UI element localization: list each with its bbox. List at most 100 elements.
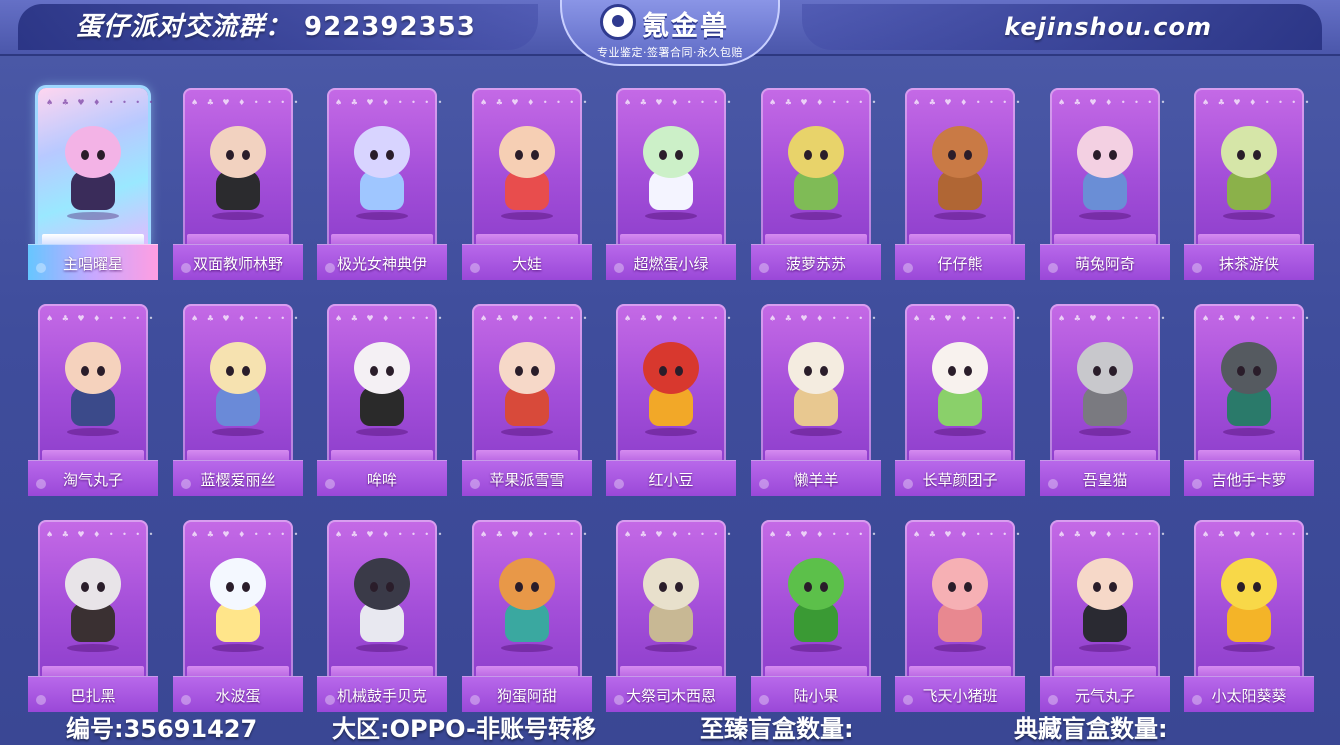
figure-eye	[242, 366, 250, 376]
skin-card[interactable]: ♠ ♣ ♥ ♦ • • • • 苹果派雪雪	[462, 300, 592, 496]
figure-head	[499, 558, 555, 610]
skin-name: 狗蛋阿甜	[496, 687, 557, 705]
figure-head	[1077, 558, 1133, 610]
figure-shadow	[934, 428, 986, 436]
skin-card[interactable]: ♠ ♣ ♥ ♦ • • • • 菠萝苏苏	[751, 84, 881, 280]
skin-name: 抹茶游侠	[1218, 255, 1279, 273]
card-suit-pattern: ♠ ♣ ♥ ♦ • • • •	[1058, 314, 1169, 323]
figure-eye	[675, 366, 683, 376]
skin-figure-icon	[1213, 342, 1285, 438]
figure-head	[354, 342, 410, 394]
figure-eye	[531, 150, 539, 160]
skin-card[interactable]: ♠ ♣ ♥ ♦ • • • • 双面教师林野	[173, 84, 303, 280]
figure-eye	[1237, 366, 1245, 376]
skin-card[interactable]: ♠ ♣ ♥ ♦ • • • • 长草颜团子	[895, 300, 1025, 496]
skin-name: 水波蛋	[215, 687, 261, 705]
figure-eye	[386, 150, 394, 160]
skin-card[interactable]: ♠ ♣ ♥ ♦ • • • • 小太阳葵葵	[1184, 516, 1314, 712]
figure-eye	[1253, 366, 1261, 376]
skin-card[interactable]: ♠ ♣ ♥ ♦ • • • • 巴扎黑	[28, 516, 158, 712]
figure-eye	[948, 150, 956, 160]
skin-card[interactable]: ♠ ♣ ♥ ♦ • • • • 飞天小猪班	[895, 516, 1025, 712]
skin-card[interactable]: ♠ ♣ ♥ ♦ • • • • 超燃蛋小绿	[606, 84, 736, 280]
skin-card[interactable]: ♠ ♣ ♥ ♦ • • • • 懒羊羊	[751, 300, 881, 496]
skin-name: 飞天小猪班	[922, 687, 998, 705]
skin-card[interactable]: ♠ ♣ ♥ ♦ • • • • 主唱曜星	[28, 84, 158, 280]
skin-name: 大祭司木西恩	[625, 687, 716, 705]
skin-card[interactable]: ♠ ♣ ♥ ♦ • • • • 大娃	[462, 84, 592, 280]
figure-eye	[242, 582, 250, 592]
figure-shadow	[67, 644, 119, 652]
figure-head	[65, 342, 121, 394]
figure-shadow	[1223, 644, 1275, 652]
figure-eye	[1093, 582, 1101, 592]
figure-eye	[226, 366, 234, 376]
skin-card[interactable]: ♠ ♣ ♥ ♦ • • • • 元气丸子	[1040, 516, 1170, 712]
figure-shadow	[501, 428, 553, 436]
skin-figure-icon	[1069, 558, 1141, 654]
figure-eye	[81, 366, 89, 376]
skin-card[interactable]: ♠ ♣ ♥ ♦ • • • • 吉他手卡萝	[1184, 300, 1314, 496]
card-suit-pattern: ♠ ♣ ♥ ♦ • • • •	[191, 98, 302, 107]
skin-figure-icon	[491, 558, 563, 654]
figure-eye	[1237, 150, 1245, 160]
skin-name: 大娃	[511, 255, 542, 273]
figure-shadow	[212, 212, 264, 220]
card-suit-pattern: ♠ ♣ ♥ ♦ • • • •	[46, 98, 157, 107]
figure-shadow	[1079, 428, 1131, 436]
figure-shadow	[212, 428, 264, 436]
mascot-icon	[600, 4, 636, 40]
brand-name: 氪金兽	[642, 11, 729, 42]
figure-shadow	[67, 428, 119, 436]
skin-name: 陆小果	[793, 687, 839, 705]
skin-figure-icon	[202, 558, 274, 654]
skin-name: 仔仔熊	[937, 255, 983, 273]
figure-shadow	[1223, 212, 1275, 220]
skin-card[interactable]: ♠ ♣ ♥ ♦ • • • • 极光女神典伊	[317, 84, 447, 280]
skin-card[interactable]: ♠ ♣ ♥ ♦ • • • • 大祭司木西恩	[606, 516, 736, 712]
figure-eye	[97, 150, 105, 160]
skin-card[interactable]: ♠ ♣ ♥ ♦ • • • • 陆小果	[751, 516, 881, 712]
group-chat-info: 蛋仔派对交流群： 922392353	[76, 10, 476, 44]
header-banner: 蛋仔派对交流群： 922392353 kejinshou.com 氪金兽 专业鉴定…	[0, 0, 1340, 66]
figure-head	[210, 126, 266, 178]
skin-card[interactable]: ♠ ♣ ♥ ♦ • • • • 抹茶游侠	[1184, 84, 1314, 280]
figure-shadow	[645, 644, 697, 652]
skin-card[interactable]: ♠ ♣ ♥ ♦ • • • • 蓝樱爱丽丝	[173, 300, 303, 496]
figure-eye	[1093, 150, 1101, 160]
figure-shadow	[934, 644, 986, 652]
figure-shadow	[790, 644, 842, 652]
skin-card[interactable]: ♠ ♣ ♥ ♦ • • • • 哞哞	[317, 300, 447, 496]
skin-figure-icon	[924, 126, 996, 222]
skin-card[interactable]: ♠ ♣ ♥ ♦ • • • • 狗蛋阿甜	[462, 516, 592, 712]
skin-name: 主唱曜星	[62, 255, 123, 273]
figure-eye	[1237, 582, 1245, 592]
skin-card[interactable]: ♠ ♣ ♥ ♦ • • • • 红小豆	[606, 300, 736, 496]
figure-eye	[1109, 150, 1117, 160]
card-suit-pattern: ♠ ♣ ♥ ♦ • • • •	[769, 314, 880, 323]
brand-logo: 氪金兽 专业鉴定·签署合同·永久包赔	[560, 0, 780, 66]
figure-eye	[97, 366, 105, 376]
card-suit-pattern: ♠ ♣ ♥ ♦ • • • •	[335, 98, 446, 107]
figure-eye	[97, 582, 105, 592]
skin-card[interactable]: ♠ ♣ ♥ ♦ • • • • 机械鼓手贝克	[317, 516, 447, 712]
figure-eye	[1109, 366, 1117, 376]
card-suit-pattern: ♠ ♣ ♥ ♦ • • • •	[191, 530, 302, 539]
skin-card[interactable]: ♠ ♣ ♥ ♦ • • • • 吾皇猫	[1040, 300, 1170, 496]
figure-eye	[81, 150, 89, 160]
skin-card[interactable]: ♠ ♣ ♥ ♦ • • • • 水波蛋	[173, 516, 303, 712]
skin-card[interactable]: ♠ ♣ ♥ ♦ • • • • 淘气丸子	[28, 300, 158, 496]
skin-card[interactable]: ♠ ♣ ♥ ♦ • • • • 仔仔熊	[895, 84, 1025, 280]
card-suit-pattern: ♠ ♣ ♥ ♦ • • • •	[913, 98, 1024, 107]
figure-head	[643, 126, 699, 178]
figure-head	[1221, 126, 1277, 178]
figure-head	[932, 342, 988, 394]
skin-figure-icon	[635, 342, 707, 438]
figure-eye	[804, 150, 812, 160]
card-suit-pattern: ♠ ♣ ♥ ♦ • • • •	[1202, 530, 1313, 539]
site-url: kejinshou.com	[1004, 13, 1212, 41]
skin-card[interactable]: ♠ ♣ ♥ ♦ • • • • 萌兔阿奇	[1040, 84, 1170, 280]
figure-head	[932, 558, 988, 610]
figure-eye	[820, 150, 828, 160]
figure-shadow	[790, 212, 842, 220]
